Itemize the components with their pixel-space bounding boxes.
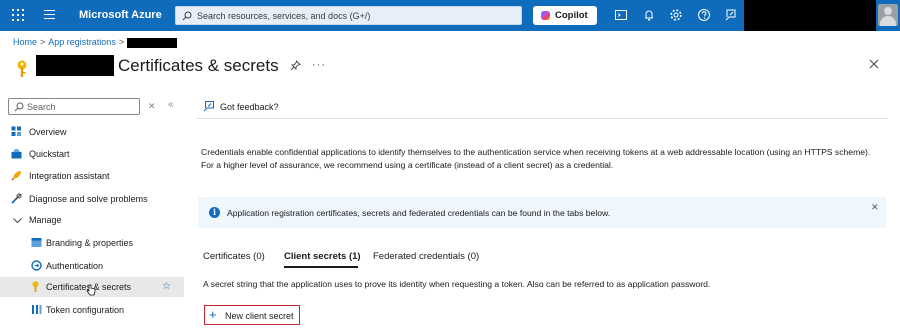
search-icon (182, 11, 192, 21)
more-options-icon[interactable]: ··· (312, 59, 326, 71)
sidebar-item-quickstart[interactable]: Quickstart (0, 144, 184, 164)
sidebar-item-overview[interactable]: Overview (0, 122, 184, 142)
divider (196, 118, 888, 119)
sidebar-item-branding[interactable]: Branding & properties (0, 233, 184, 253)
client-secret-description: A secret string that the application use… (203, 279, 711, 289)
breadcrumb-app-registrations[interactable]: App registrations (48, 37, 116, 47)
sidebar-search-input[interactable]: Search (8, 98, 140, 115)
copilot-icon (541, 11, 550, 20)
sidebar-item-diagnose[interactable]: Diagnose and solve problems (0, 189, 184, 209)
key-icon (17, 60, 27, 77)
top-bar: Microsoft Azure Search resources, servic… (0, 0, 900, 31)
selected-tab-indicator (284, 266, 358, 268)
sidebar-item-token-configuration[interactable]: Token configuration (0, 300, 184, 320)
breadcrumb-home[interactable]: Home (13, 37, 37, 47)
new-client-secret-button[interactable]: + New client secret (204, 305, 300, 325)
info-banner: i Application registration certificates,… (198, 197, 886, 228)
feedback-icon[interactable] (203, 100, 215, 112)
chevron-down-icon (13, 218, 22, 224)
redacted-app-name (127, 37, 178, 48)
menu-icon[interactable] (44, 10, 55, 20)
branding-icon (31, 238, 42, 247)
tab-certificates[interactable]: Certificates (0) (203, 251, 265, 262)
favorite-star-icon[interactable]: ☆ (162, 281, 171, 292)
sidebar-item-label: Token configuration (46, 305, 125, 315)
avatar[interactable] (878, 4, 898, 26)
wrench-icon (11, 193, 22, 204)
overview-icon (11, 126, 21, 136)
mouse-cursor-icon (86, 284, 96, 296)
redacted-account-info (744, 0, 876, 31)
sidebar-item-label: Quickstart (29, 149, 70, 159)
info-icon: i (209, 207, 220, 218)
chevron-right-icon: > (118, 37, 125, 47)
sidebar-item-label: Branding & properties (46, 238, 134, 248)
authentication-icon (31, 260, 42, 271)
search-icon (14, 102, 24, 112)
sidebar-item-integration-assistant[interactable]: Integration assistant (0, 166, 184, 186)
settings-icon[interactable] (669, 8, 683, 22)
collapse-sidebar-icon[interactable]: « (168, 99, 174, 110)
redacted-app-name-title (36, 55, 114, 76)
chevron-right-icon: > (40, 37, 46, 47)
sidebar-item-authentication[interactable]: Authentication (0, 256, 184, 276)
sidebar-group-label: Manage (29, 215, 62, 225)
pin-icon[interactable] (290, 60, 301, 71)
tab-client-secrets[interactable]: Client secrets (1) (284, 251, 361, 262)
sidebar-item-label: Authentication (46, 261, 104, 271)
dismiss-banner-icon[interactable]: ✕ (871, 202, 879, 213)
got-feedback-button[interactable]: Got feedback? (220, 102, 279, 112)
sidebar-item-label: Overview (29, 127, 67, 137)
token-icon (32, 305, 42, 314)
sidebar-group-manage[interactable]: Manage (0, 210, 184, 230)
key-icon (32, 281, 39, 292)
copilot-label: Copilot (555, 10, 588, 21)
page-title: Certificates & secrets (118, 56, 279, 75)
sidebar-item-label: Integration assistant (29, 171, 110, 181)
clear-search-icon[interactable]: ✕ (148, 101, 156, 112)
sidebar-search-placeholder: Search (27, 102, 56, 112)
global-search-placeholder: Search resources, services, and docs (G+… (197, 11, 371, 21)
tab-federated-credentials[interactable]: Federated credentials (0) (373, 251, 479, 262)
grid-icon[interactable] (12, 9, 24, 21)
brand-title[interactable]: Microsoft Azure (79, 9, 162, 21)
breadcrumb: Home > App registrations > (13, 37, 178, 48)
info-message: Application registration certificates, s… (227, 208, 611, 218)
notifications-icon[interactable] (642, 8, 656, 22)
sidebar-item-label: Diagnose and solve problems (29, 194, 148, 204)
close-icon[interactable] (869, 59, 879, 69)
copilot-button[interactable]: Copilot (533, 6, 597, 25)
help-icon[interactable] (697, 8, 711, 22)
credentials-description: Credentials enable confidential applicat… (201, 147, 871, 170)
cloud-shell-icon[interactable] (614, 8, 628, 22)
global-search-input[interactable]: Search resources, services, and docs (G+… (175, 6, 522, 25)
feedback-icon[interactable] (724, 8, 738, 22)
plus-icon: + (209, 307, 217, 322)
new-client-secret-label: New client secret (225, 311, 294, 321)
sidebar-item-certificates-secrets[interactable]: Certificates & secrets ☆ (0, 277, 184, 297)
quickstart-icon (11, 149, 22, 159)
rocket-icon (11, 171, 21, 181)
